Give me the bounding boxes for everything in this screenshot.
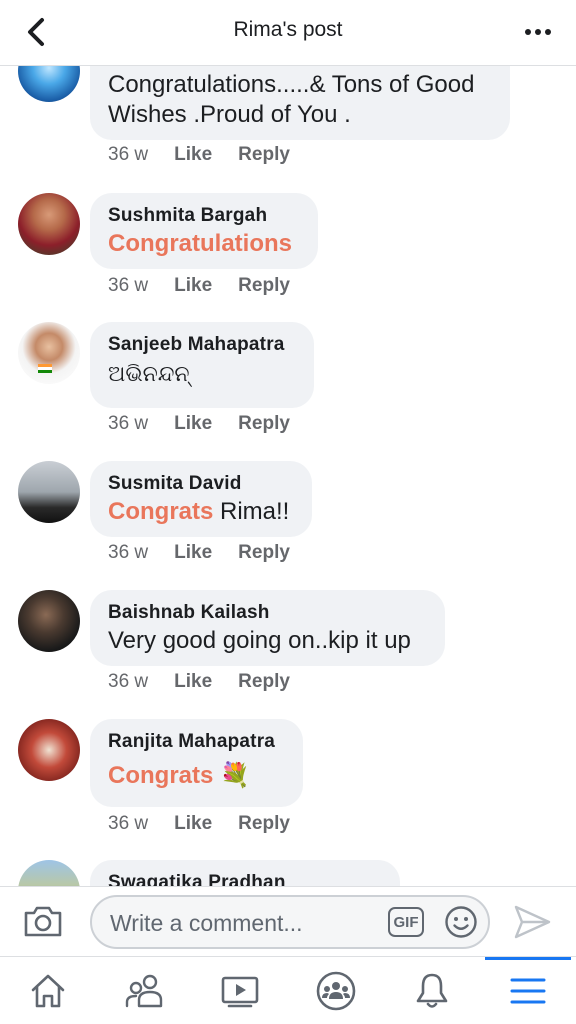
comment-text: ଅଭିନନ୍ଦନ୍	[108, 362, 190, 387]
avatar[interactable]	[18, 719, 80, 781]
groups-icon	[316, 971, 356, 1011]
like-button[interactable]: Like	[174, 144, 212, 166]
comment-text: Rima!!	[213, 498, 290, 525]
comment-meta: 36 w Like Reply	[108, 813, 290, 835]
tab-watch[interactable]	[212, 965, 268, 1017]
active-tab-indicator	[485, 957, 571, 960]
camera-button[interactable]	[22, 903, 64, 939]
send-icon	[514, 905, 551, 939]
comment-author[interactable]: Sushmita Bargah	[108, 205, 300, 227]
comment-author[interactable]: Baishnab Kailash	[108, 602, 427, 624]
reply-button[interactable]: Reply	[238, 413, 290, 435]
comment-author[interactable]: Ranjita Mahapatra	[108, 731, 285, 753]
menu-icon	[510, 978, 546, 1004]
like-button[interactable]: Like	[174, 542, 212, 564]
avatar[interactable]	[18, 66, 80, 102]
page-title: Rima's post	[233, 18, 343, 41]
comment-input-placeholder: Write a comment...	[110, 910, 303, 936]
comment-meta: 36 w Like Reply	[108, 413, 290, 435]
comment-bubble: Congratulations.....& Tons of Good Wishe…	[90, 66, 510, 140]
bell-icon	[416, 973, 448, 1008]
like-button[interactable]: Like	[174, 813, 212, 835]
comment-time: 36 w	[108, 671, 149, 692]
watch-icon	[221, 976, 259, 1008]
avatar[interactable]	[18, 860, 80, 886]
comment-bubble: Baishnab Kailash Very good going on..kip…	[90, 590, 445, 666]
avatar[interactable]	[18, 590, 80, 652]
reply-button[interactable]: Reply	[238, 542, 290, 564]
comment-time: 36 w	[108, 413, 149, 434]
comment-meta: 36 w Like Reply	[108, 542, 290, 564]
comment-author[interactable]: Sanjeeb Mahapatra	[108, 334, 296, 356]
reply-button[interactable]: Reply	[238, 813, 290, 835]
flag-icon	[38, 364, 52, 373]
emoji-button[interactable]	[444, 905, 478, 939]
comment-input[interactable]: Write a comment... GIF	[90, 895, 490, 949]
comment-bubble: Swagatika Pradhan	[90, 860, 400, 886]
comment-bubble: Sushmita Bargah Congratulations	[90, 193, 318, 269]
avatar[interactable]	[18, 461, 80, 523]
like-button[interactable]: Like	[174, 671, 212, 693]
tab-friends[interactable]	[116, 965, 172, 1017]
tab-notifications[interactable]	[404, 965, 460, 1017]
avatar[interactable]	[18, 193, 80, 255]
bouquet-emoji-icon: 💐	[220, 762, 250, 789]
like-button[interactable]: Like	[174, 413, 212, 435]
tab-menu[interactable]	[500, 965, 556, 1017]
comment-meta: 36 w Like Reply	[108, 275, 290, 297]
top-bar: Rima's post	[0, 0, 576, 66]
reply-button[interactable]: Reply	[238, 275, 290, 297]
smiley-icon	[445, 906, 477, 938]
camera-icon	[24, 906, 62, 937]
comment-meta: 36 w Like Reply	[108, 671, 290, 693]
comment-bubble: Susmita David Congrats Rima!!	[90, 461, 312, 537]
home-icon	[31, 974, 65, 1008]
comment-bubble: Ranjita Mahapatra Congrats 💐	[90, 719, 303, 807]
highlighted-text: Congrats	[108, 762, 214, 789]
reply-button[interactable]: Reply	[238, 671, 290, 693]
comment-composer: Write a comment... GIF	[0, 886, 576, 956]
comment-text-line: Congratulations.....& Tons of Good	[108, 71, 475, 98]
friends-icon	[125, 974, 163, 1008]
comment-author[interactable]: Susmita David	[108, 473, 294, 495]
comment-time: 36 w	[108, 144, 149, 165]
send-button[interactable]	[512, 903, 552, 941]
more-options-button[interactable]	[518, 14, 558, 50]
like-button[interactable]: Like	[174, 275, 212, 297]
comment-time: 36 w	[108, 275, 149, 296]
comments-list[interactable]: Congratulations.....& Tons of Good Wishe…	[0, 66, 576, 886]
highlighted-text: Congrats	[108, 498, 214, 525]
comment-text: Very good going on..kip it up	[108, 627, 411, 654]
tab-groups[interactable]	[308, 965, 364, 1017]
bottom-nav	[0, 956, 576, 1024]
comment-time: 36 w	[108, 813, 149, 834]
comment-meta: 36 w Like Reply	[108, 144, 290, 166]
dot-icon	[525, 29, 531, 35]
dot-icon	[535, 29, 541, 35]
highlighted-text: Congratulations	[108, 230, 292, 257]
comment-author[interactable]: Swagatika Pradhan	[108, 872, 382, 886]
comment-time: 36 w	[108, 542, 149, 563]
comment-bubble: Sanjeeb Mahapatra ଅଭିନନ୍ଦନ୍	[90, 322, 314, 408]
tab-home[interactable]	[20, 965, 76, 1017]
gif-button[interactable]: GIF	[388, 907, 424, 937]
avatar[interactable]	[18, 322, 80, 384]
comment-text-line: Wishes .Proud of You .	[108, 101, 351, 128]
reply-button[interactable]: Reply	[238, 144, 290, 166]
dot-icon	[545, 29, 551, 35]
